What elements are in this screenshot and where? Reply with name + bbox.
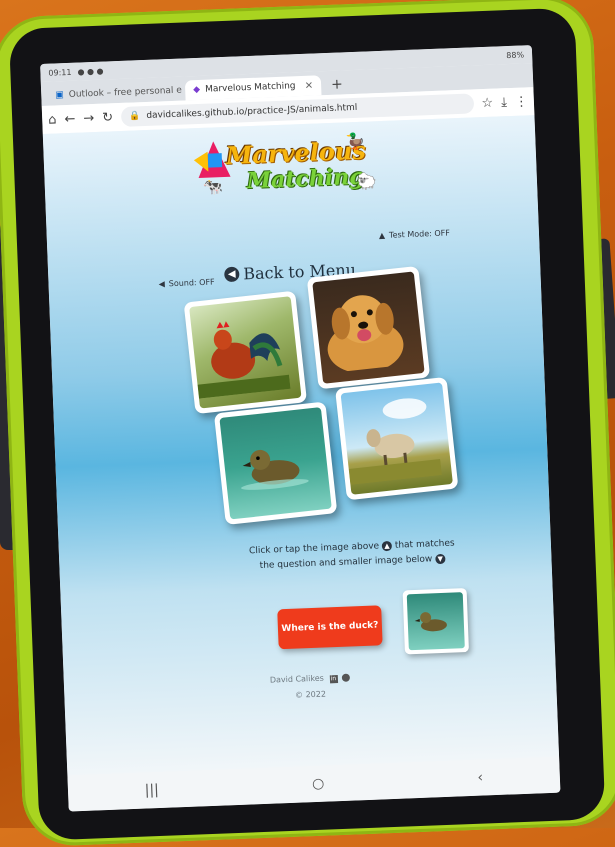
download-icon[interactable]: ⤓ (501, 95, 507, 110)
animal-card-dog[interactable] (306, 265, 431, 390)
sound-toggle[interactable]: ◀ Sound: OFF (158, 277, 214, 288)
linkedin-icon[interactable]: in (329, 675, 338, 684)
home-icon[interactable]: ⌂ (48, 112, 57, 127)
status-time: 09:11 (48, 67, 72, 78)
question-button[interactable]: Where is the duck? (277, 605, 383, 650)
battery-level: 88% (506, 49, 525, 60)
sound-label: Sound: OFF (168, 277, 215, 289)
animal-card-rooster[interactable] (183, 290, 308, 415)
rooster-drawing (197, 321, 291, 399)
back-arrow-icon[interactable]: ← (64, 111, 75, 126)
sheep-drawing (348, 398, 442, 485)
tablet: 09:11 ● ● ● 88% ▣ Outlook – free persona… (0, 0, 615, 847)
instructions: Click or tap the image above ▲ that matc… (237, 536, 468, 575)
reload-icon[interactable]: ↻ (102, 110, 113, 125)
home-circle-icon[interactable]: ○ (312, 776, 325, 792)
dog-drawing (327, 295, 404, 374)
tablet-bezel: 09:11 ● ● ● 88% ▣ Outlook – free persona… (8, 7, 606, 841)
menu-icon[interactable]: ⋮ (515, 94, 529, 109)
star-icon[interactable]: ☆ (481, 95, 493, 110)
sheep-image (340, 382, 453, 495)
speaker-icon: ◀ (158, 279, 165, 289)
tablet-screen: 09:11 ● ● ● 88% ▣ Outlook – free persona… (40, 45, 561, 812)
logo-text-line2: Matching (246, 163, 366, 195)
recent-apps-icon[interactable]: ||| (144, 782, 159, 799)
arrow-down-icon: ▼ (435, 553, 446, 564)
arrow-up-icon: ▲ (381, 540, 393, 551)
golden-retriever-image (312, 271, 425, 384)
animal-card-duck[interactable] (213, 401, 338, 525)
lock-icon: 🔒 (128, 111, 141, 122)
url-text: davidcalikes.github.io/practice-JS/anima… (146, 102, 358, 121)
instructions-line2: the question and smaller image below (259, 554, 433, 571)
instructions-line1b: that matches (394, 538, 455, 551)
favicon-icon: ◆ (193, 84, 201, 96)
marvelous-matching-logo: Marvelous Matching 🦆 🐑 🐄 (193, 131, 396, 209)
outlook-icon: ▣ (55, 90, 65, 101)
cow-icon: 🐄 (202, 177, 224, 197)
author-name: David Calikes (269, 673, 325, 685)
notification-icons: ● ● ● (77, 66, 104, 77)
rooster-image (189, 296, 302, 409)
graduation-cap-icon: ▲ (378, 230, 386, 241)
duckling-thumbnail-image (406, 592, 465, 651)
duckling-drawing (241, 449, 309, 490)
animal-card-sheep[interactable] (335, 376, 459, 501)
back-arrow-circle-icon: ◀ (224, 266, 240, 283)
github-icon[interactable] (341, 673, 351, 682)
duckling-image (219, 407, 332, 520)
web-page: Marvelous Matching 🦆 🐑 🐄 ◀ Sound: OFF ▲ … (42, 115, 560, 776)
duck-icon: 🦆 (344, 131, 366, 152)
new-tab-icon[interactable]: + (323, 76, 351, 95)
test-mode-label: Test Mode: OFF (388, 228, 451, 240)
instructions-line1a: Click or tap the image above (248, 541, 380, 557)
sheep-icon: 🐑 (356, 171, 378, 191)
tab-label: Outlook – free personal e (68, 85, 183, 100)
test-mode-toggle[interactable]: ▲ Test Mode: OFF (379, 228, 450, 240)
nav-back-icon[interactable]: ‹ (477, 770, 483, 786)
question-thumbnail (402, 588, 469, 655)
close-tab-icon[interactable]: ✕ (305, 80, 314, 91)
tab-label: Marvelous Matching (204, 81, 296, 95)
forward-arrow-icon[interactable]: → (83, 110, 94, 125)
